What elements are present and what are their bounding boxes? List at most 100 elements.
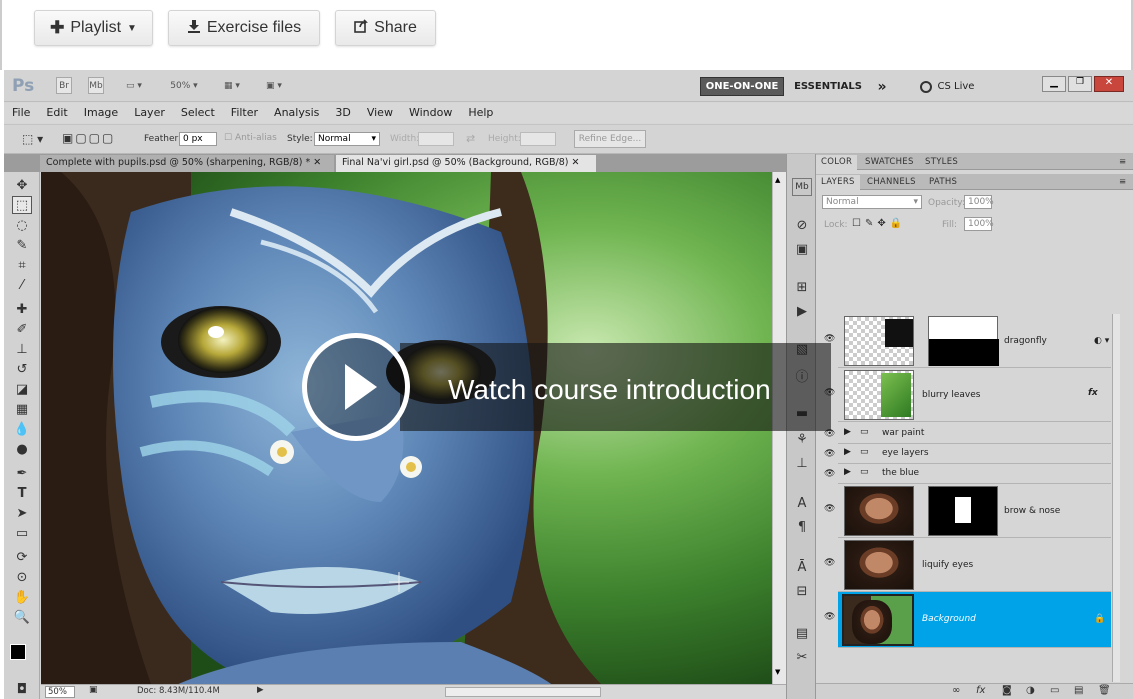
- paragraph-icon[interactable]: ¶: [792, 518, 812, 536]
- dodge-tool-icon[interactable]: ●: [12, 440, 32, 458]
- exercise-files-button[interactable]: Exercise files: [168, 10, 320, 46]
- blur-tool-icon[interactable]: 💧: [12, 420, 32, 438]
- menu-view[interactable]: View: [359, 103, 401, 123]
- feather-field[interactable]: 0 px: [179, 132, 217, 146]
- more-workspaces-icon[interactable]: »: [872, 77, 892, 96]
- add-style-icon[interactable]: fx: [976, 685, 985, 696]
- healing-brush-icon[interactable]: ✚: [12, 300, 32, 318]
- scroll-up-icon[interactable]: ▲: [775, 176, 780, 184]
- eye-icon[interactable]: 👁: [824, 612, 836, 622]
- fill-field[interactable]: 100%: [964, 217, 994, 231]
- marquee-tool-icon[interactable]: ⬚: [12, 196, 32, 214]
- status-icon[interactable]: ▣: [89, 685, 98, 695]
- masks-icon[interactable]: ▶: [792, 302, 812, 320]
- new-layer-icon[interactable]: ▤: [1074, 685, 1083, 696]
- selection-mode-icons[interactable]: ▣▢▢▢: [62, 131, 115, 145]
- eyedropper-tool-icon[interactable]: ⁄: [12, 276, 32, 294]
- eye-icon[interactable]: 👁: [824, 558, 836, 568]
- screen-mode-icon[interactable]: ▣ ▾: [260, 77, 288, 94]
- expand-arrow-icon[interactable]: ▶: [844, 447, 851, 457]
- eraser-tool-icon[interactable]: ◪: [12, 380, 32, 398]
- notes-icon[interactable]: ▤: [792, 624, 812, 642]
- cs-live-button[interactable]: CS Live: [912, 77, 982, 96]
- arrange-documents-icon[interactable]: ▦ ▾: [218, 77, 246, 94]
- refine-edge-button[interactable]: Refine Edge...: [574, 130, 646, 148]
- minimize-button[interactable]: ▁: [1042, 76, 1066, 92]
- layer-row[interactable]: 👁 liquify eyes: [824, 538, 1111, 592]
- tab-swatches[interactable]: SWATCHES: [860, 155, 919, 170]
- tools-settings-icon[interactable]: ✂: [792, 648, 812, 666]
- pen-tool-icon[interactable]: ✒: [12, 464, 32, 482]
- clone-stamp-icon[interactable]: ⊥: [12, 340, 32, 358]
- panel-menu-icon[interactable]: ≡: [1114, 175, 1131, 190]
- add-mask-icon[interactable]: ◙: [1002, 685, 1012, 696]
- menu-select[interactable]: Select: [173, 103, 223, 123]
- eye-icon[interactable]: 👁: [824, 504, 836, 514]
- move-tool-icon[interactable]: ✥: [12, 176, 32, 194]
- brush-tool-icon[interactable]: ✐: [12, 320, 32, 338]
- history-icon[interactable]: ⊘: [792, 216, 812, 234]
- menu-layer[interactable]: Layer: [126, 103, 173, 123]
- menu-3d[interactable]: 3D: [327, 103, 358, 123]
- zoom-tool-icon[interactable]: 🔍: [12, 608, 32, 626]
- play-button[interactable]: [302, 333, 410, 441]
- 3d-rotate-icon[interactable]: ⟳: [12, 548, 32, 566]
- adjustment-layer-icon[interactable]: ◑: [1026, 685, 1035, 696]
- width-field[interactable]: [418, 132, 454, 146]
- swap-icon[interactable]: ⇄: [466, 132, 475, 145]
- close-icon[interactable]: ✕: [313, 157, 321, 168]
- view-extras-icon[interactable]: ▭ ▾: [120, 77, 148, 94]
- document-tab[interactable]: Complete with pupils.psd @ 50% (sharpeni…: [40, 155, 334, 172]
- tab-color[interactable]: COLOR: [816, 155, 858, 170]
- menu-analysis[interactable]: Analysis: [266, 103, 327, 123]
- share-button[interactable]: Share: [335, 10, 436, 46]
- tab-styles[interactable]: STYLES: [920, 155, 963, 170]
- crop-tool-icon[interactable]: ⌗: [12, 256, 32, 274]
- scroll-down-icon[interactable]: ▼: [775, 668, 780, 676]
- foreground-color-swatch[interactable]: [10, 644, 26, 660]
- tab-paths[interactable]: PATHS: [924, 175, 962, 190]
- mini-bridge-icon[interactable]: Mb: [792, 178, 812, 196]
- style-select[interactable]: Normal ▾: [314, 132, 380, 146]
- actions-icon[interactable]: ▣: [792, 240, 812, 258]
- workspace-one-on-one[interactable]: ONE-ON-ONE: [700, 77, 784, 96]
- tab-layers[interactable]: LAYERS: [816, 175, 860, 190]
- watch-intro-label[interactable]: Watch course introduction: [448, 374, 771, 406]
- expand-arrow-icon[interactable]: ▶: [844, 467, 851, 477]
- menu-window[interactable]: Window: [401, 103, 460, 123]
- zoom-dropdown[interactable]: 50% ▾: [164, 77, 204, 94]
- lasso-tool-icon[interactable]: ◌: [12, 216, 32, 234]
- layer-row-selected[interactable]: 👁 Background 🔒: [824, 592, 1111, 648]
- restore-button[interactable]: ❐: [1068, 76, 1092, 92]
- 3d-icon[interactable]: Ā: [792, 558, 812, 576]
- close-button[interactable]: ✕: [1094, 76, 1124, 92]
- clone-source-icon[interactable]: ⚘: [792, 430, 812, 448]
- height-field[interactable]: [520, 132, 556, 146]
- tool-presets-icon[interactable]: ⊥: [792, 454, 812, 472]
- anti-alias-checkbox[interactable]: ☐ Anti-alias: [224, 133, 277, 143]
- tab-channels[interactable]: CHANNELS: [862, 175, 921, 190]
- character-icon[interactable]: A: [792, 494, 812, 512]
- status-menu-icon[interactable]: ▶: [257, 685, 264, 695]
- lock-icons[interactable]: ☐✎✥🔒: [852, 218, 906, 229]
- menu-file[interactable]: File: [4, 103, 38, 123]
- zoom-field[interactable]: 50%: [45, 686, 75, 698]
- opacity-field[interactable]: 100%: [964, 195, 994, 209]
- workspace-essentials[interactable]: ESSENTIALS: [790, 77, 866, 96]
- bridge-button[interactable]: Br: [56, 77, 72, 94]
- marquee-preset-icon[interactable]: ⬚ ▾: [22, 132, 43, 146]
- document-tab-active[interactable]: Final Na'vi girl.psd @ 50% (Background, …: [336, 155, 596, 172]
- panel-menu-icon[interactable]: ≡: [1114, 155, 1131, 170]
- playlist-button[interactable]: ✚ Playlist ▼: [34, 10, 153, 46]
- fx-badge[interactable]: fx: [1088, 388, 1098, 398]
- layer-row[interactable]: 👁 brow & nose: [824, 484, 1111, 538]
- menu-help[interactable]: Help: [460, 103, 501, 123]
- layer-group-row[interactable]: 👁 ▶ ▭ war paint: [824, 424, 1111, 444]
- layer-row[interactable]: 👁 blurry leaves fx: [824, 368, 1111, 422]
- gradient-tool-icon[interactable]: ▦: [12, 400, 32, 418]
- blend-mode-select[interactable]: Normal ▾: [822, 195, 922, 209]
- layers-scrollbar[interactable]: [1112, 314, 1120, 682]
- type-tool-icon[interactable]: T: [12, 484, 32, 502]
- quick-selection-tool-icon[interactable]: ✎: [12, 236, 32, 254]
- horizontal-scrollbar[interactable]: [445, 687, 601, 697]
